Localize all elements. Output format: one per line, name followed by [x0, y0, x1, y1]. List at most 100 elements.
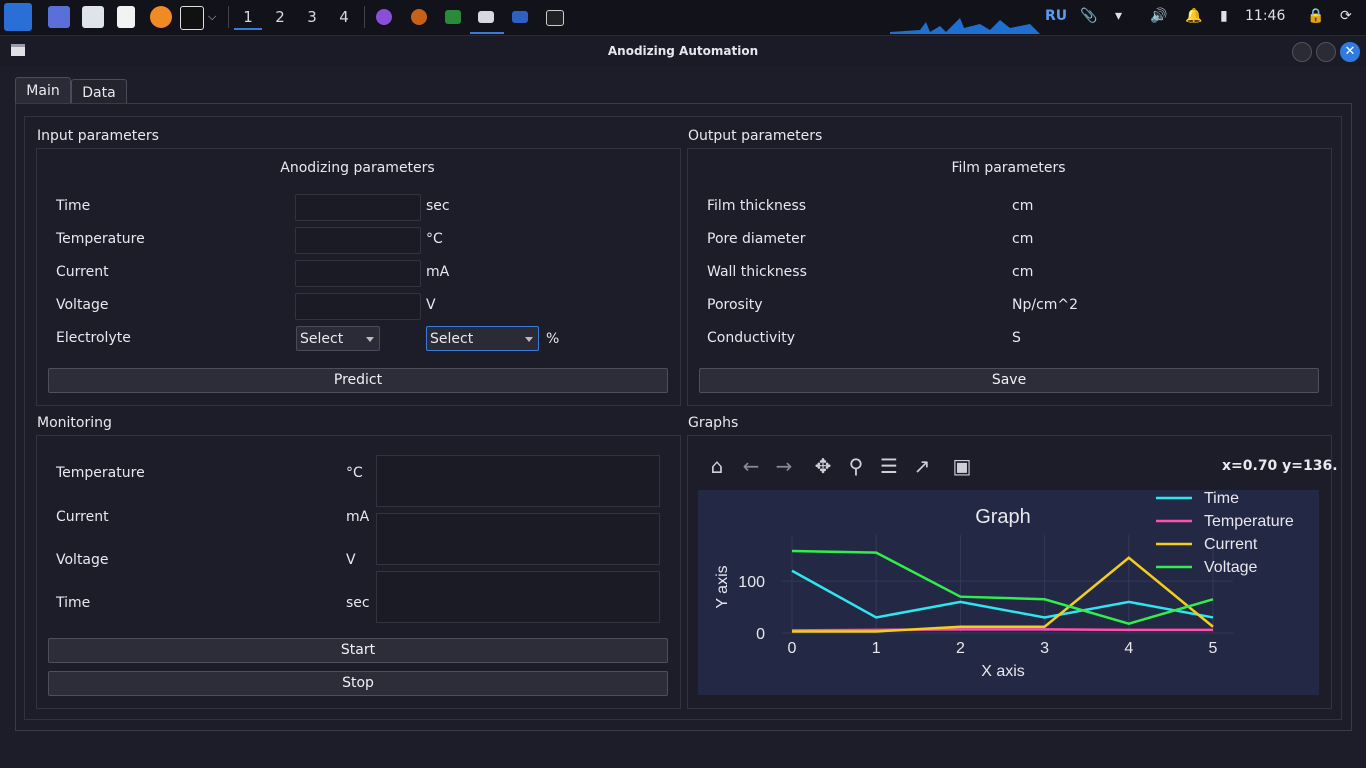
app-icon-firefox[interactable]: [411, 9, 427, 25]
time-unit: sec: [426, 198, 450, 214]
forward-arrow-icon[interactable]: →: [773, 455, 795, 477]
chart-title: Graph: [975, 506, 1031, 528]
battery-icon[interactable]: ▮: [1220, 8, 1228, 24]
notification-bell-icon[interactable]: 🔔: [1185, 8, 1202, 24]
percent-label: %: [546, 331, 560, 347]
clock[interactable]: 11:46: [1245, 8, 1285, 24]
current-input[interactable]: [295, 260, 421, 287]
monitor-time-unit: sec: [346, 595, 370, 611]
file-manager-icon[interactable]: [82, 6, 104, 28]
tab-data[interactable]: Data: [71, 79, 127, 104]
workspace-4[interactable]: 4: [330, 6, 358, 28]
monitor-current-label: Current: [56, 509, 109, 525]
monitoring-group-title: Monitoring: [37, 415, 112, 431]
monitor-temperature-display: [376, 455, 660, 507]
kali-menu-icon[interactable]: [4, 3, 32, 31]
monitor-voltage-label: Voltage: [56, 552, 109, 568]
y-tick-label: 100: [738, 574, 765, 591]
keyboard-layout[interactable]: RU: [1045, 8, 1067, 24]
power-icon[interactable]: ⟳: [1340, 8, 1352, 24]
conductivity-unit: S: [1012, 330, 1021, 346]
concentration-select[interactable]: Select: [426, 326, 539, 351]
chevron-down-icon: [525, 337, 533, 342]
maximize-button[interactable]: [1316, 42, 1336, 62]
predict-button[interactable]: Predict: [48, 368, 668, 393]
legend-label-time: Time: [1204, 490, 1239, 507]
lock-icon[interactable]: 🔒: [1307, 8, 1324, 24]
electrolyte-label: Electrolyte: [56, 330, 131, 346]
app-icon-blue[interactable]: [512, 11, 528, 23]
series-line-voltage: [791, 549, 1214, 625]
anodizing-title: Anodizing parameters: [280, 160, 435, 176]
x-tick-label: 5: [1209, 640, 1218, 657]
app-icon-green[interactable]: [445, 10, 461, 24]
x-tick-label: 1: [872, 640, 881, 657]
workspace-3[interactable]: 3: [298, 6, 326, 28]
monitor-temperature-label: Temperature: [56, 465, 145, 481]
voltage-input[interactable]: [295, 293, 421, 320]
desktop-icon[interactable]: [48, 6, 70, 28]
cpu-graph-icon: [890, 18, 1040, 34]
start-button[interactable]: Start: [48, 638, 668, 663]
taskbar: ⌵ 1 2 3 4 RU 📎 ▾ 🔊 🔔 ▮ 11:46 🔒 ⟳: [0, 0, 1366, 36]
y-tick-label: 0: [756, 626, 765, 643]
tab-main[interactable]: Main: [15, 77, 71, 104]
edit-axis-icon[interactable]: ↗: [911, 455, 933, 477]
save-figure-icon[interactable]: ▣: [951, 455, 973, 477]
pan-icon[interactable]: ✥: [812, 455, 834, 477]
input-group-title: Input parameters: [37, 128, 159, 144]
save-button[interactable]: Save: [699, 368, 1319, 393]
configure-subplots-icon[interactable]: ☰: [878, 455, 900, 477]
volume-icon[interactable]: 🔊: [1150, 8, 1167, 24]
monitor-current-display: [376, 513, 660, 565]
wifi-icon[interactable]: ▾: [1115, 8, 1122, 24]
home-icon[interactable]: ⌂: [706, 455, 728, 477]
voltage-label: Voltage: [56, 297, 109, 313]
series-line-time: [791, 569, 1214, 619]
x-tick-label: 2: [956, 640, 965, 657]
chevron-down-icon: [366, 337, 374, 342]
porosity-unit: Np/cm^2: [1012, 297, 1079, 313]
stop-button[interactable]: Stop: [48, 671, 668, 696]
close-button[interactable]: ✕: [1340, 42, 1360, 62]
porosity-label: Porosity: [707, 297, 763, 313]
window-title: Anodizing Automation: [607, 44, 759, 58]
monitor-temperature-unit: °C: [346, 465, 363, 481]
film-thickness-unit: cm: [1012, 198, 1034, 214]
x-axis-label: X axis: [981, 663, 1025, 680]
x-tick-label: 0: [788, 640, 797, 657]
attachment-icon[interactable]: 📎: [1080, 8, 1097, 24]
minimize-button[interactable]: [1292, 42, 1312, 62]
legend-label-voltage: Voltage: [1204, 559, 1257, 576]
pore-diameter-unit: cm: [1012, 231, 1034, 247]
terminal-icon[interactable]: [180, 6, 204, 30]
wall-thickness-label: Wall thickness: [707, 264, 807, 280]
chevron-down-icon[interactable]: ⌵: [208, 10, 216, 24]
back-arrow-icon[interactable]: ←: [740, 455, 762, 477]
app-icon-terminal[interactable]: [546, 10, 564, 26]
x-tick-label: 3: [1040, 640, 1049, 657]
voltage-unit: V: [426, 297, 436, 313]
workspace-1[interactable]: 1: [234, 6, 262, 30]
monitor-current-unit: mA: [346, 509, 370, 525]
monitor-voltage-unit: V: [346, 552, 356, 568]
workspace-2[interactable]: 2: [266, 6, 294, 28]
app-icon-window[interactable]: [478, 11, 494, 23]
wall-thickness-unit: cm: [1012, 264, 1034, 280]
temperature-unit: °C: [426, 231, 443, 247]
current-unit: mA: [426, 264, 450, 280]
firefox-icon[interactable]: [150, 6, 172, 28]
electrolyte-select[interactable]: Select: [296, 326, 380, 351]
zoom-icon[interactable]: ⚲: [845, 455, 867, 477]
pore-diameter-label: Pore diameter: [707, 231, 806, 247]
legend-label-temperature: Temperature: [1204, 513, 1294, 530]
current-label: Current: [56, 264, 109, 280]
app-icon-purple[interactable]: [376, 9, 392, 25]
conductivity-label: Conductivity: [707, 330, 795, 346]
time-input[interactable]: [295, 194, 421, 221]
temperature-input[interactable]: [295, 227, 421, 254]
film-title: Film parameters: [951, 160, 1066, 176]
legend-label-current: Current: [1204, 536, 1258, 553]
text-editor-icon[interactable]: [117, 6, 135, 28]
temperature-label: Temperature: [56, 231, 145, 247]
